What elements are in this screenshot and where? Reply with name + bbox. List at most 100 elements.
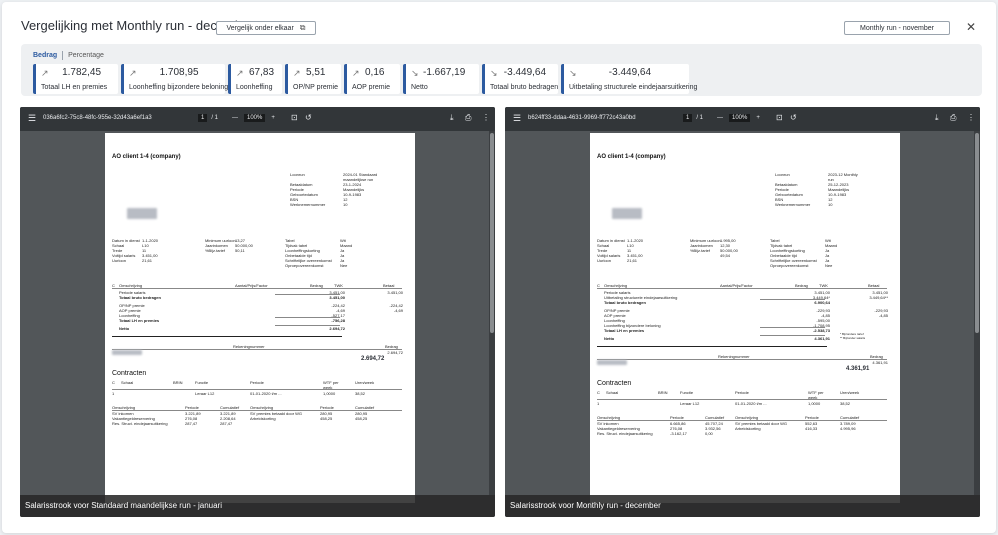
zoom-input[interactable]: 100% — [244, 114, 266, 122]
delta-card[interactable]: ↗ 1.708,95 Loonheffing bijzondere beloning — [121, 64, 228, 94]
pdf-page: AO client 1-4 (company) Loonrun Betaaldatu… — [105, 133, 415, 503]
contract-cell: 1 — [597, 401, 600, 406]
cum-cell: Arbeidskorting — [250, 416, 276, 421]
zoom-in-icon[interactable]: + — [756, 115, 760, 121]
bank-rule — [112, 349, 402, 350]
pdf-filename: b624ff33-ddaa-4631-9969-ff772c43a0bd — [528, 115, 636, 121]
delta-card[interactable]: ↗ 1.782,45 Totaal LH en premies — [33, 64, 118, 94]
zoom-controls: — 100% + — [717, 114, 760, 122]
card-value: 67,83 — [249, 67, 275, 78]
contracts-title: Contracten — [112, 370, 147, 377]
page-count: / 1 — [696, 115, 704, 121]
contract-cell: 38,52 — [840, 401, 851, 406]
more-options-icon[interactable]: ⋮ — [482, 113, 490, 122]
page-input[interactable]: 1 — [683, 114, 693, 122]
net-rule — [597, 346, 827, 347]
row-desc: Totaal LH en premies — [119, 318, 160, 323]
card-value: 5,51 — [306, 67, 326, 78]
fit-page-icon[interactable]: ⊡ — [291, 113, 298, 122]
row-desc: Totaal bruto bedragen — [604, 300, 646, 305]
tab-percentage[interactable]: Percentage — [68, 52, 104, 59]
contract-header: C — [597, 390, 600, 395]
download-icon[interactable]: ⤓ — [450, 113, 454, 123]
delta-card[interactable]: ↗ 0,16 AOP premie — [344, 64, 400, 94]
card-value: 0,16 — [365, 67, 385, 78]
delta-card[interactable]: ↘ -3.449,64 Totaal bruto bedragen — [482, 64, 558, 94]
pdf-toolbar: ☰ 036a6fc2-75c8-48fc-955e-32d43a6ef1a3 1/ … — [20, 107, 495, 131]
cum-cell: Res. Struct. eindejaarsuitkering — [112, 421, 168, 426]
contract-header: Schaal — [121, 380, 134, 385]
contract-header: Uren/week — [840, 390, 860, 395]
row-footnote: * Bijzondere tarief ** Bijzonder salaris — [840, 332, 866, 340]
zoom-out-icon[interactable]: — — [717, 115, 723, 121]
print-icon[interactable]: ⎙ — [465, 113, 471, 123]
download-icon[interactable]: ⤓ — [935, 113, 939, 123]
zoom-input[interactable]: 100% — [729, 114, 751, 122]
more-options-icon[interactable]: ⋮ — [967, 113, 975, 122]
detail-label: %Bijz.tarief — [690, 248, 711, 253]
contract-header: Periode — [250, 380, 264, 385]
trend-down-icon: ↘ — [490, 68, 498, 78]
pdf-page: AO client 1-4 (company) Loonrun Betaaldatu… — [590, 133, 900, 503]
card-label: Uitbetaling structurele eindejaarsuitker… — [569, 84, 698, 91]
trend-up-icon: ↗ — [293, 68, 301, 78]
menu-icon[interactable]: ☰ — [28, 113, 36, 124]
fit-page-icon[interactable]: ⊡ — [776, 113, 783, 122]
compare-below-button[interactable]: Vergelijk onder elkaar ⧉ — [216, 21, 316, 35]
detail-label: %Bijz.tarief — [205, 248, 226, 253]
scrollbar[interactable] — [974, 131, 980, 495]
print-icon[interactable]: ⎙ — [950, 113, 956, 123]
page-input[interactable]: 1 — [198, 114, 208, 122]
trend-up-icon: ↗ — [236, 68, 244, 78]
delta-card[interactable]: ↘ -3.449,64 Uitbetaling structurele eindej… — [561, 64, 697, 94]
zoom-in-icon[interactable]: + — [271, 115, 275, 121]
cum-cell: 458,25 — [320, 416, 333, 421]
doc-company: AO client 1-4 (company) — [597, 154, 666, 160]
row-betaal: -4,85 — [878, 313, 888, 318]
menu-icon[interactable]: ☰ — [513, 113, 521, 124]
pdf-viewer-left[interactable]: ☰ 036a6fc2-75c8-48fc-955e-32d43a6ef1a3 1/ … — [20, 107, 495, 517]
trend-up-icon: ↗ — [129, 68, 137, 78]
rotate-icon[interactable]: ↺ — [305, 113, 312, 122]
contract-cell: Leraar L12 — [195, 391, 215, 396]
cum-cell: 416,33 — [805, 426, 818, 431]
row-amount: 3.451,00 — [329, 295, 345, 300]
run-value: 10 — [343, 202, 348, 207]
delta-cards: ↗ 1.782,45 Totaal LH en premies ↗ 1.708,95 Lo… — [33, 64, 697, 94]
cum-cell: Res. Struct. eindejaarsuitkering — [597, 431, 653, 436]
bank-total: 2.694,72 — [361, 356, 385, 362]
delta-card[interactable]: ↗ 5,51 OP/NP premie — [285, 64, 341, 94]
delta-card[interactable]: ↘ -1.667,19 Netto — [403, 64, 479, 94]
doc-company: AO client 1-4 (company) — [112, 154, 181, 160]
run-select[interactable]: Monthly run - november — [844, 21, 950, 35]
run-value: 10 — [828, 202, 833, 207]
zoom-out-icon[interactable]: — — [232, 115, 238, 121]
modal-header: Vergelijking met Monthly run - december … — [2, 2, 996, 42]
contract-cell: 01-01-2020 t/m ... — [735, 401, 767, 406]
close-icon[interactable]: ✕ — [966, 20, 976, 34]
cum-cell: 458,25 — [355, 416, 368, 421]
row-amount: -756,28 — [331, 318, 345, 323]
detail-label: Oproepovereenkomst — [770, 263, 809, 268]
row-betaal: 3.449,64** — [869, 295, 888, 300]
scrollbar[interactable] — [489, 131, 495, 495]
zoom-controls: — 100% + — [232, 114, 275, 122]
trend-down-icon: ↘ — [411, 68, 419, 78]
card-label: AOP premie — [352, 84, 390, 91]
contract-header: Uren/week — [355, 380, 375, 385]
contracts-title: Contracten — [597, 380, 632, 387]
row-amount: -2.538,73 — [813, 328, 830, 333]
card-label: OP/NP premie — [293, 84, 338, 91]
tab-bedrag[interactable]: Bedrag — [33, 52, 57, 59]
detail-label: Uurloon — [597, 258, 612, 263]
pdf-viewer-right[interactable]: ☰ b624ff33-ddaa-4631-9969-ff772c43a0bd 1/ … — [505, 107, 980, 517]
row-amount: 6.900,64 — [814, 300, 830, 305]
delta-card[interactable]: ↗ 67,83 Loonheffing — [228, 64, 282, 94]
contract-header: Periode — [735, 390, 749, 395]
detail-value: Nee — [340, 263, 348, 268]
view-tabs: Bedrag Percentage — [33, 51, 104, 60]
card-label: Totaal LH en premies — [41, 84, 108, 91]
row-amount: 4.361,91 — [814, 336, 830, 341]
page-indicator: 1/ 1 — [198, 114, 218, 122]
rotate-icon[interactable]: ↺ — [790, 113, 797, 122]
